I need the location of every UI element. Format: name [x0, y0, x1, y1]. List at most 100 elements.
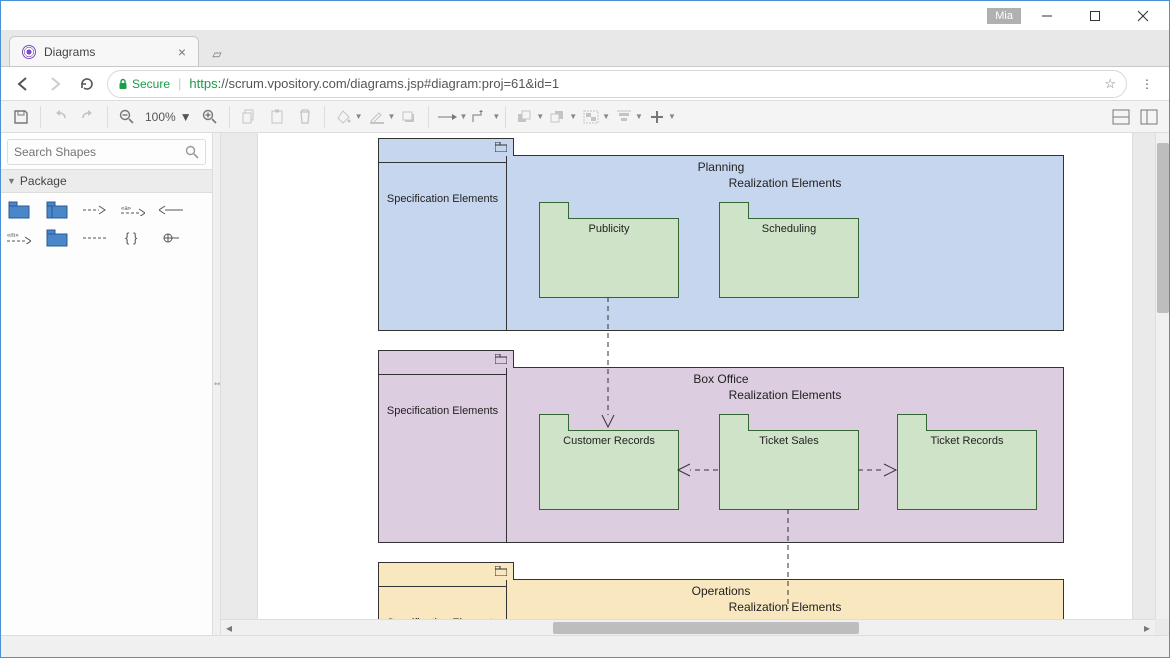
palette-package-icon[interactable]	[7, 201, 31, 219]
window-titlebar: Mia	[1, 1, 1169, 31]
inner-tab	[539, 202, 569, 219]
user-badge: Mia	[987, 8, 1021, 24]
package-tab	[378, 138, 514, 156]
package-customer-records[interactable]: Customer Records	[539, 430, 679, 510]
inner-tab	[719, 414, 749, 431]
realization-label: Realization Elements	[507, 386, 1063, 402]
inner-label: Publicity	[540, 219, 678, 235]
layout-split-v-button[interactable]	[1135, 104, 1163, 130]
panel-title: Package	[20, 174, 67, 188]
tab-title: Diagrams	[44, 45, 95, 59]
package-ticket-sales[interactable]: Ticket Sales	[719, 430, 859, 510]
url-display: https://scrum.vpository.com/diagrams.jsp…	[189, 76, 559, 91]
tab-close-button[interactable]: ×	[178, 44, 186, 60]
package-operations[interactable]: Operations Specification Elements Realiz…	[378, 579, 1064, 619]
package-publicity[interactable]: Publicity	[539, 218, 679, 298]
inner-tab	[897, 414, 927, 431]
shapes-sidebar: ▼ Package «a» «m» { }	[1, 133, 213, 635]
sidebar-splitter[interactable]: ••	[213, 133, 221, 635]
save-button[interactable]	[7, 104, 35, 130]
palette-package3-icon[interactable]	[45, 229, 69, 247]
bookmark-star-button[interactable]: ☆	[1104, 76, 1116, 92]
panel-header-package[interactable]: ▼ Package	[1, 169, 212, 193]
secure-label: Secure	[132, 77, 170, 91]
package-tab-icon	[495, 566, 507, 576]
zoom-in-button[interactable]	[196, 104, 224, 130]
search-shapes-input[interactable]	[14, 145, 185, 159]
align-button[interactable]	[610, 104, 638, 130]
delete-button[interactable]	[291, 104, 319, 130]
inner-label: Ticket Sales	[720, 431, 858, 447]
inner-tab	[719, 202, 749, 219]
nav-reload-button[interactable]	[75, 72, 99, 96]
browser-menu-button[interactable]: ⋮	[1135, 72, 1159, 96]
redo-button[interactable]	[74, 104, 102, 130]
line-color-button[interactable]	[363, 104, 391, 130]
palette-package2-icon[interactable]	[45, 201, 69, 219]
shape-palette: «a» «m» { }	[1, 193, 212, 255]
group-button[interactable]	[577, 104, 605, 130]
add-button[interactable]	[643, 104, 671, 130]
undo-button[interactable]	[46, 104, 74, 130]
svg-text:«a»: «a»	[121, 206, 132, 212]
search-icon	[185, 145, 199, 159]
send-back-button[interactable]	[544, 104, 572, 130]
spec-elements-column: Specification Elements	[379, 580, 507, 619]
spec-elements-column: Specification Elements	[379, 368, 507, 542]
bring-front-button[interactable]	[511, 104, 539, 130]
browser-tabstrip: Diagrams × ▱	[1, 31, 1169, 67]
connector-style-button[interactable]	[467, 104, 495, 130]
address-bar-row: Secure | https://scrum.vpository.com/dia…	[1, 67, 1169, 101]
palette-merge-icon[interactable]: «m»	[7, 229, 31, 247]
canvas-viewport: Planning Specification Elements Realizat…	[221, 133, 1169, 635]
package-tab	[378, 350, 514, 368]
nav-forward-button[interactable]	[43, 72, 67, 96]
layout-split-h-button[interactable]	[1107, 104, 1135, 130]
package-boxoffice[interactable]: Box Office Specification Elements Realiz…	[378, 367, 1064, 543]
window-close-button[interactable]	[1121, 2, 1165, 30]
window-minimize-button[interactable]	[1025, 2, 1069, 30]
realization-label: Realization Elements	[507, 598, 1063, 614]
palette-line-icon[interactable]	[83, 229, 107, 247]
realization-label: Realization Elements	[507, 174, 1063, 190]
palette-import-icon[interactable]	[159, 201, 183, 219]
browser-tab[interactable]: Diagrams ×	[9, 36, 199, 66]
status-bar	[1, 635, 1169, 657]
package-scheduling[interactable]: Scheduling	[719, 218, 859, 298]
secure-indicator: Secure	[118, 77, 170, 91]
scroll-right-button[interactable]: ▸	[1139, 620, 1155, 636]
package-tab	[378, 562, 514, 580]
scroll-left-button[interactable]: ◂	[221, 620, 237, 636]
fill-color-button[interactable]	[330, 104, 358, 130]
palette-access-icon[interactable]: «a»	[121, 201, 145, 219]
nav-back-button[interactable]	[11, 72, 35, 96]
svg-text:«m»: «m»	[7, 233, 19, 239]
line-end-button[interactable]	[434, 104, 462, 130]
package-ticket-records[interactable]: Ticket Records	[897, 430, 1037, 510]
palette-dependency-icon[interactable]	[83, 201, 107, 219]
inner-tab	[539, 414, 569, 431]
shadow-button[interactable]	[395, 104, 423, 130]
inner-label: Scheduling	[720, 219, 858, 235]
paste-button[interactable]	[263, 104, 291, 130]
search-shapes-field[interactable]	[7, 139, 206, 165]
svg-text:{ }: { }	[125, 231, 138, 245]
inner-label: Ticket Records	[898, 431, 1036, 447]
zoom-level-dropdown[interactable]: 100%▼	[141, 110, 196, 124]
inner-label: Customer Records	[540, 431, 678, 447]
palette-braces-icon[interactable]: { }	[121, 229, 145, 247]
diagram-canvas[interactable]: Planning Specification Elements Realizat…	[257, 133, 1133, 619]
package-tab-icon	[495, 142, 507, 152]
zoom-out-button[interactable]	[113, 104, 141, 130]
app-toolbar: 100%▼ ▼ ▼ ▼ ▼ ▼ ▼ ▼ ▼ ▼	[1, 101, 1169, 133]
horizontal-scrollbar[interactable]: ◂ ▸	[221, 619, 1155, 635]
package-planning[interactable]: Planning Specification Elements Realizat…	[378, 155, 1064, 331]
window-maximize-button[interactable]	[1073, 2, 1117, 30]
new-tab-button[interactable]: ▱	[205, 42, 229, 66]
copy-button[interactable]	[235, 104, 263, 130]
vertical-scrollbar[interactable]	[1155, 133, 1169, 619]
palette-target-icon[interactable]	[159, 229, 183, 247]
address-bar[interactable]: Secure | https://scrum.vpository.com/dia…	[107, 70, 1127, 98]
package-tab-icon	[495, 354, 507, 364]
lock-icon	[118, 78, 128, 90]
